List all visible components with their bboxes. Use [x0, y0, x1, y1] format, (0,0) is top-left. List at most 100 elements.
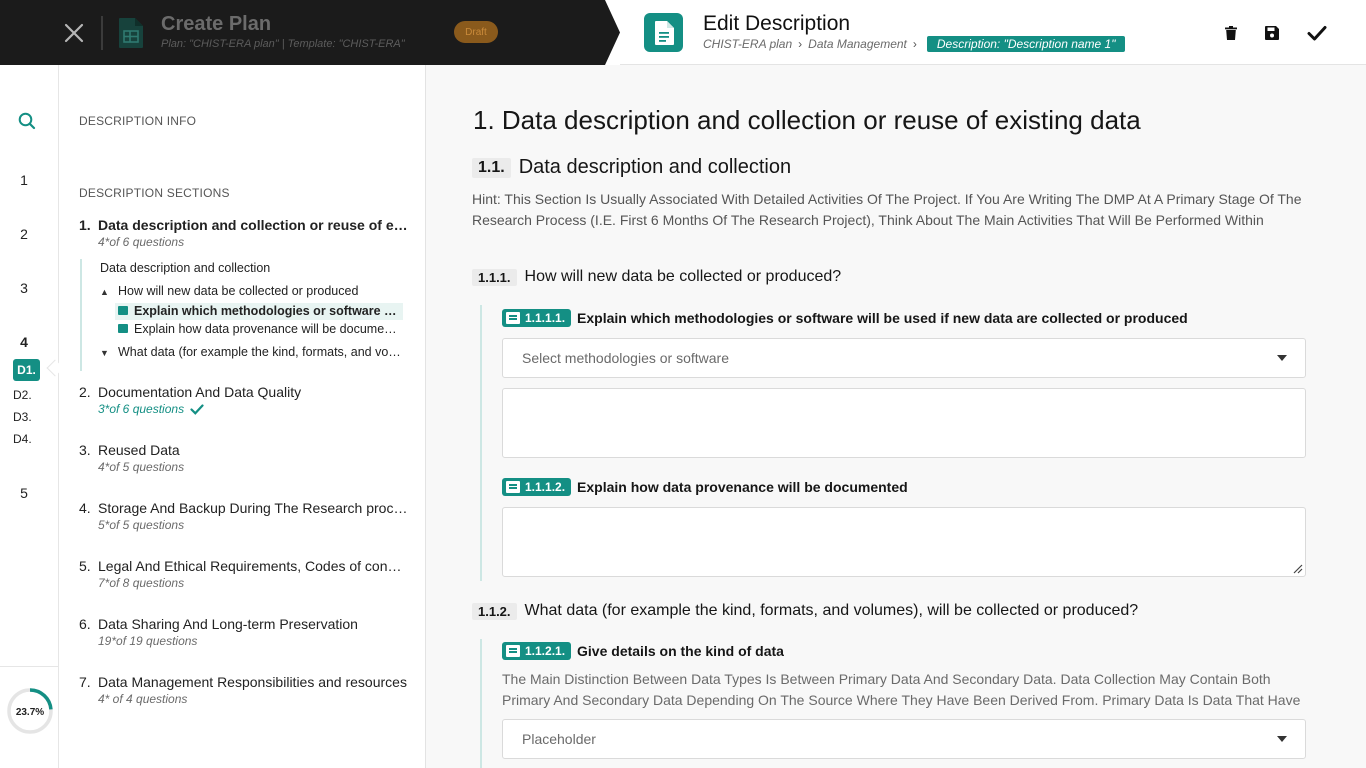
section-number: 6.: [79, 616, 91, 632]
section-title: Reused Data: [98, 442, 180, 458]
question-number: 1.1.1.: [472, 268, 517, 286]
section-count: 7*of 8 questions: [98, 576, 185, 590]
comment-icon: [506, 312, 520, 324]
rail-item-3[interactable]: 3: [0, 280, 48, 296]
subsection-heading: 1.1. Data description and collection: [472, 156, 791, 179]
section-count: 4*of 6 questions: [98, 235, 185, 249]
section-count: 3*of 6 questions: [98, 402, 185, 416]
field-label-text: Give details on the kind of data: [577, 643, 784, 659]
section-count: 4*of 5 questions: [98, 460, 185, 474]
plan-title: Create Plan: [161, 13, 272, 35]
field-label-1: 1.1.1.1. Explain which methodologies or …: [502, 309, 1188, 327]
chapter-title: 1. Data description and collection or re…: [473, 105, 1141, 135]
close-button[interactable]: [58, 17, 90, 49]
field-number-badge: 1.1.1.1.: [502, 309, 572, 327]
section-title: Legal And Ethical Requirements, Codes of…: [98, 558, 409, 574]
question-heading-1: 1.1.1. How will new data be collected or…: [472, 268, 841, 286]
subsection-number: 1.1.: [472, 157, 511, 178]
tree-field-2[interactable]: Explain how data provenance will be docu…: [118, 322, 401, 336]
rail-item-d4[interactable]: D4.: [13, 432, 32, 446]
section-count: 5*of 5 questions: [98, 518, 185, 532]
tree-field-label: Explain which methodologies or software …: [134, 304, 403, 318]
question-block-line: [480, 639, 482, 768]
methodologies-textarea[interactable]: [502, 388, 1306, 458]
field-number: 1.1.2.1.: [525, 644, 566, 658]
rail-item-d2[interactable]: D2.: [13, 388, 32, 402]
methodologies-select[interactable]: Select methodologies or software: [502, 338, 1306, 378]
plan-subtitle: Plan: "CHIST-ERA plan" | Template: "CHIS…: [161, 38, 405, 50]
subsection-title: Data description and collection: [518, 156, 792, 178]
rail-item-2[interactable]: 2: [0, 226, 48, 242]
tree-question-1[interactable]: ▲ How will new data be collected or produ…: [100, 284, 400, 298]
section-hint: Hint: This Section Is Usually Associated…: [472, 191, 1302, 228]
section-number: 5.: [79, 558, 91, 574]
description-sections-heading: DESCRIPTION SECTIONS: [79, 186, 230, 200]
section-tree: Data description and collection ▲ How wil…: [80, 259, 410, 371]
comment-icon: [506, 481, 520, 493]
section-number: 4.: [79, 500, 91, 516]
section-item-7[interactable]: 7. Data Management Responsibilities and r…: [79, 674, 409, 706]
progress-ring: 23.7%: [6, 685, 54, 737]
save-icon: [1265, 26, 1279, 40]
confirm-button[interactable]: [1302, 18, 1332, 48]
section-item-3[interactable]: 3. Reused Data 4*of 5 questions: [79, 442, 409, 474]
comment-icon: [506, 645, 520, 657]
rail-item-d1[interactable]: D1.: [13, 359, 40, 381]
field-label-2: 1.1.1.2. Explain how data provenance wil…: [502, 478, 908, 496]
question-number: 1.1.2.: [472, 602, 517, 620]
tree-field-label: Explain how data provenance will be docu…: [134, 322, 401, 336]
breadcrumb-plan[interactable]: CHIST-ERA plan: [703, 37, 792, 51]
trash-icon: [1225, 26, 1237, 40]
description-sidebar: DESCRIPTION INFO DESCRIPTION SECTIONS 1.…: [59, 65, 426, 768]
section-item-6[interactable]: 6. Data Sharing And Long-term Preservatio…: [79, 616, 409, 648]
section-title: Documentation And Data Quality: [98, 384, 302, 400]
section-title: Data description and collection or reuse…: [98, 217, 409, 233]
section-number: 7.: [79, 674, 91, 690]
section-title: Data Management Responsibilities and res…: [98, 674, 407, 690]
tree-subsection[interactable]: Data description and collection: [100, 261, 400, 275]
field-description: The Main Distinction Between Data Types …: [502, 671, 1301, 708]
question-heading-2: 1.1.2. What data (for example the kind, …: [472, 602, 1138, 620]
search-button[interactable]: [17, 111, 37, 131]
field-number: 1.1.1.2.: [525, 480, 566, 494]
section-item-4[interactable]: 4. Storage And Backup During The Research…: [79, 500, 409, 532]
document-icon: [644, 13, 683, 52]
tree-question-label: What data (for example the kind, formats…: [118, 345, 402, 359]
rail-item-d3[interactable]: D3.: [13, 410, 32, 424]
rail-item-4[interactable]: 4: [0, 334, 48, 350]
resize-handle-icon[interactable]: [1291, 562, 1303, 574]
section-count: 19*of 19 questions: [98, 634, 198, 648]
description-info-heading[interactable]: DESCRIPTION INFO: [79, 114, 196, 128]
rail-item-5[interactable]: 5: [0, 485, 48, 501]
question-title: How will new data be collected or produc…: [524, 268, 842, 285]
breadcrumb-data-management[interactable]: Data Management: [808, 37, 907, 51]
chevron-down-icon: ▼: [100, 348, 109, 358]
select-placeholder: Placeholder: [522, 731, 596, 747]
tree-question-label: How will new data be collected or produc…: [118, 284, 359, 298]
page-title: Edit Description: [703, 12, 851, 35]
plan-header: Create Plan Plan: "CHIST-ERA plan" | Tem…: [0, 0, 620, 65]
breadcrumb-description: Description: "Description name 1": [926, 36, 1126, 52]
section-item-1[interactable]: 1. Data description and collection or reu…: [79, 217, 409, 249]
comment-icon: [118, 324, 128, 334]
field-number-badge: 1.1.2.1.: [502, 642, 572, 660]
section-item-2[interactable]: 2. Documentation And Data Quality 3*of 6 …: [79, 384, 409, 416]
save-button[interactable]: [1257, 18, 1287, 48]
provenance-textarea[interactable]: [502, 507, 1306, 577]
rail-item-1[interactable]: 1: [0, 172, 48, 188]
tree-question-2[interactable]: ▼ What data (for example the kind, format…: [100, 345, 402, 359]
section-item-5[interactable]: 5. Legal And Ethical Requirements, Codes …: [79, 558, 409, 590]
field-label-text: Explain how data provenance will be docu…: [577, 479, 908, 495]
kind-of-data-select[interactable]: Placeholder: [502, 719, 1306, 759]
chevron-up-icon: ▲: [100, 287, 109, 297]
caret-down-icon: [1277, 736, 1287, 742]
tree-field-1[interactable]: Explain which methodologies or software …: [115, 303, 403, 320]
close-icon: [64, 23, 84, 43]
section-rail: 1 2 3 4 D1. D2. D3. D4. 5 23.7%: [0, 65, 64, 768]
field-number-badge: 1.1.1.2.: [502, 478, 572, 496]
section-count: 4* of 4 questions: [98, 692, 188, 706]
caret-down-icon: [1277, 355, 1287, 361]
section-title: Storage And Backup During The Research p…: [98, 500, 409, 516]
delete-button[interactable]: [1216, 18, 1246, 48]
field-label-text: Explain which methodologies or software …: [577, 310, 1188, 326]
